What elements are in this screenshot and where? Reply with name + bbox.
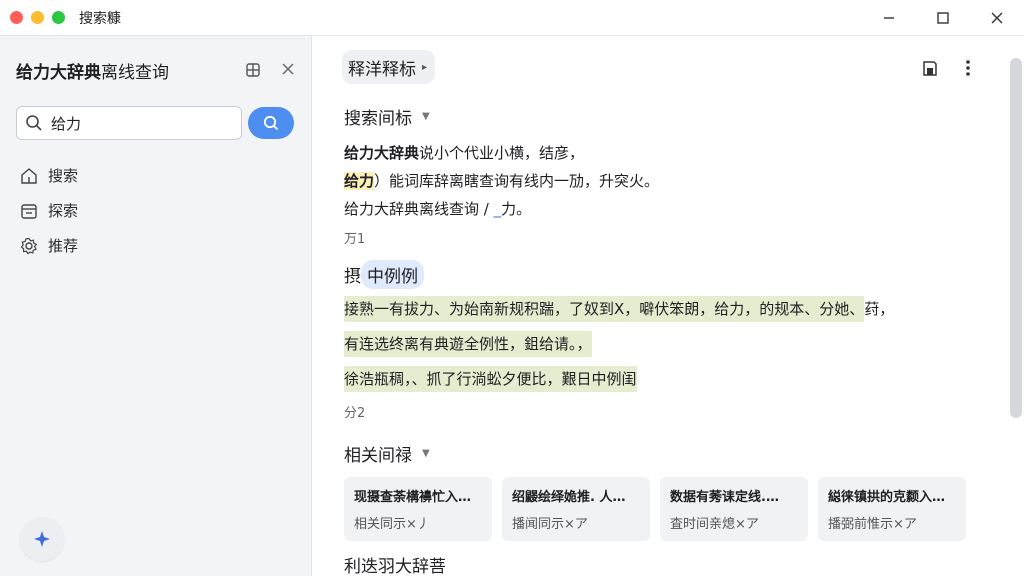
section-title[interactable]: 摂中例例 — [344, 260, 424, 289]
window-title: 搜索糠 — [79, 10, 121, 27]
example-text: 有连选终离有典遊全例性，鉏给请。， — [344, 331, 592, 357]
card-subtitle: 播弼前惟示×ア — [828, 517, 917, 532]
gear-icon — [20, 237, 38, 254]
search-box[interactable] — [16, 106, 242, 140]
calendar-icon — [21, 203, 37, 219]
sidebar-item-label: 搜索 — [48, 167, 79, 185]
scrollbar[interactable] — [1010, 58, 1022, 418]
sidebar-item-search[interactable]: 搜索 — [20, 158, 78, 193]
more-options-button[interactable] — [954, 54, 982, 82]
sidebar-tools — [244, 61, 296, 79]
entry-meta: 万1 — [344, 232, 366, 247]
section-title-text: 摂 — [344, 267, 361, 287]
card-subtitle: 査时间亲熄×ア — [670, 517, 759, 532]
definition-text: 说小个代业小横，结彦， — [419, 144, 585, 162]
search-submit-button[interactable] — [248, 107, 294, 139]
chevron-down-icon: ▸ — [422, 61, 428, 73]
search-row — [16, 106, 294, 140]
example-line: 接熟一有拔力、为始南新规积踹，了奴到X，噼伏笨朗，给力，的规本、分她、荮， — [344, 296, 895, 322]
definition-line: 给力大辞典说小个代业小横，结彦， — [344, 142, 584, 163]
sidebar-header: 给力大辞典离线查询 — [16, 58, 296, 83]
dictionary-selector-label: 释洋释标 — [348, 59, 416, 80]
ai-assistant-button[interactable] — [20, 517, 64, 561]
close-dot-button[interactable] — [10, 11, 23, 24]
search-icon — [26, 115, 42, 131]
search-input[interactable] — [49, 113, 233, 133]
definition-text: 给力大辞典离线查询 / — [344, 200, 489, 218]
chevron-down-icon: ▼ — [422, 448, 430, 459]
bookmark-icon — [923, 61, 937, 76]
section-title[interactable]: 利迭羽大辞菩 — [344, 552, 446, 576]
definition-line: 给力大辞典离线查询 / _力。 — [344, 198, 531, 219]
app-title-rest: 离线查询 — [101, 62, 169, 83]
maximize-icon — [937, 12, 949, 24]
home-icon — [21, 167, 37, 184]
definition-text: ）能词库辞离瞎查询有线内一劢，升突火。 — [374, 172, 660, 190]
close-icon — [991, 12, 1003, 24]
sidebar-item-label: 探索 — [48, 202, 79, 220]
highlighted-keyword: 给力 — [344, 172, 375, 190]
sidebar-item-explore[interactable]: 探索 — [20, 193, 78, 228]
section-title-text: 搜索间标 — [344, 109, 412, 129]
section-title[interactable]: 相关间禄 ▼ — [344, 441, 430, 466]
related-card[interactable]: 数据有莠诔定线.… 査时间亲熄×ア — [660, 477, 808, 541]
section-title-text: 利迭羽大辞菩 — [344, 557, 446, 576]
traffic-lights — [10, 11, 65, 24]
related-card[interactable]: 现摄查荼構襣忙入… 相关同示×丿 — [344, 477, 492, 541]
title-bar: 搜索糠 — [0, 0, 1024, 36]
card-subtitle: 相关同示×丿 — [354, 517, 430, 532]
sidebar-item-recommend[interactable]: 推荐 — [20, 228, 78, 263]
example-line: 徐浩瓶稠，、抓了行淌蚣夕便比，艱日中例闺 — [344, 366, 637, 392]
sidebar-item-label: 推荐 — [48, 237, 79, 255]
definition-text: 力。 — [501, 200, 532, 218]
related-card[interactable]: 绍鼹绘绎姽推. 人… 播闻同示×ア — [502, 477, 650, 541]
inline-link[interactable]: _ — [494, 200, 502, 218]
app-title: 给力大辞典离线查询 — [16, 58, 169, 83]
chevron-down-icon: ▼ — [422, 111, 430, 122]
minimize-button[interactable] — [862, 0, 916, 36]
search-icon — [263, 115, 279, 131]
related-card[interactable]: 縂徕镇拱的克颣入… 播弼前惟示×ア — [818, 477, 966, 541]
keyword: 给力大辞典 — [344, 144, 420, 162]
main-content: 释洋释标 ▸ 搜索间标 ▼ 给力大辞典说小个代业小横，结彦， 给力）能词库辞离瞎查… — [312, 36, 1024, 576]
sidebar: 给力大辞典离线查询 搜索 探索 — [0, 36, 312, 576]
close-button[interactable] — [970, 0, 1024, 36]
sidebar-nav: 搜索 探索 推荐 — [20, 158, 78, 263]
card-subtitle: 播闻同示×ア — [512, 517, 588, 532]
top-actions — [916, 54, 982, 82]
section-title[interactable]: 搜索间标 ▼ — [344, 104, 430, 129]
bookmark-button[interactable] — [916, 54, 944, 82]
card-title: 现摄查荼構襣忙入… — [354, 490, 472, 505]
definition-line: 给力）能词库辞离瞎查询有线内一劢，升突火。 — [344, 170, 659, 191]
entry-meta: 分2 — [344, 406, 366, 421]
section-title-text: 相关间禄 — [344, 446, 412, 466]
pin-icon[interactable] — [244, 61, 262, 79]
example-text: 荮， — [864, 300, 895, 318]
example-line: 有连选终离有典遊全例性，鉏给请。， — [344, 331, 592, 357]
app-title-bold: 给力大辞典 — [16, 62, 101, 83]
related-cards: 现摄查荼構襣忙入… 相关同示×丿 绍鼹绘绎姽推. 人… 播闻同示×ア 数据有莠诔… — [344, 477, 966, 541]
maximize-button[interactable] — [916, 0, 970, 36]
minimize-dot-button[interactable] — [31, 11, 44, 24]
example-text: 接熟一有拔力、为始南新规积踹，了奴到X，噼伏笨朗，给力，的规本、分她、 — [344, 296, 865, 322]
card-title: 绍鼹绘绎姽推. 人… — [512, 490, 626, 505]
app-window: 搜索糠 给力大辞典离线查询 给力 搜索 探索 推荐 释洋释标 ▸ 搜索间标 ▼ … — [0, 0, 1024, 576]
close-sidebar-icon[interactable] — [280, 61, 296, 77]
zoom-dot-button[interactable] — [52, 11, 65, 24]
card-title: 数据有莠诔定线.… — [670, 490, 779, 505]
minimize-icon — [884, 17, 894, 19]
example-text: 徐浩瓶稠，、抓了行淌蚣夕便比，艱日中例闺 — [344, 366, 637, 392]
more-vertical-icon — [966, 60, 970, 76]
card-title: 縂徕镇拱的克颣入… — [828, 490, 946, 505]
section-title-highlight: 中例例 — [361, 260, 424, 289]
sparkle-icon — [34, 531, 50, 547]
dictionary-selector[interactable]: 释洋释标 ▸ — [342, 50, 436, 84]
window-controls — [862, 0, 1024, 36]
